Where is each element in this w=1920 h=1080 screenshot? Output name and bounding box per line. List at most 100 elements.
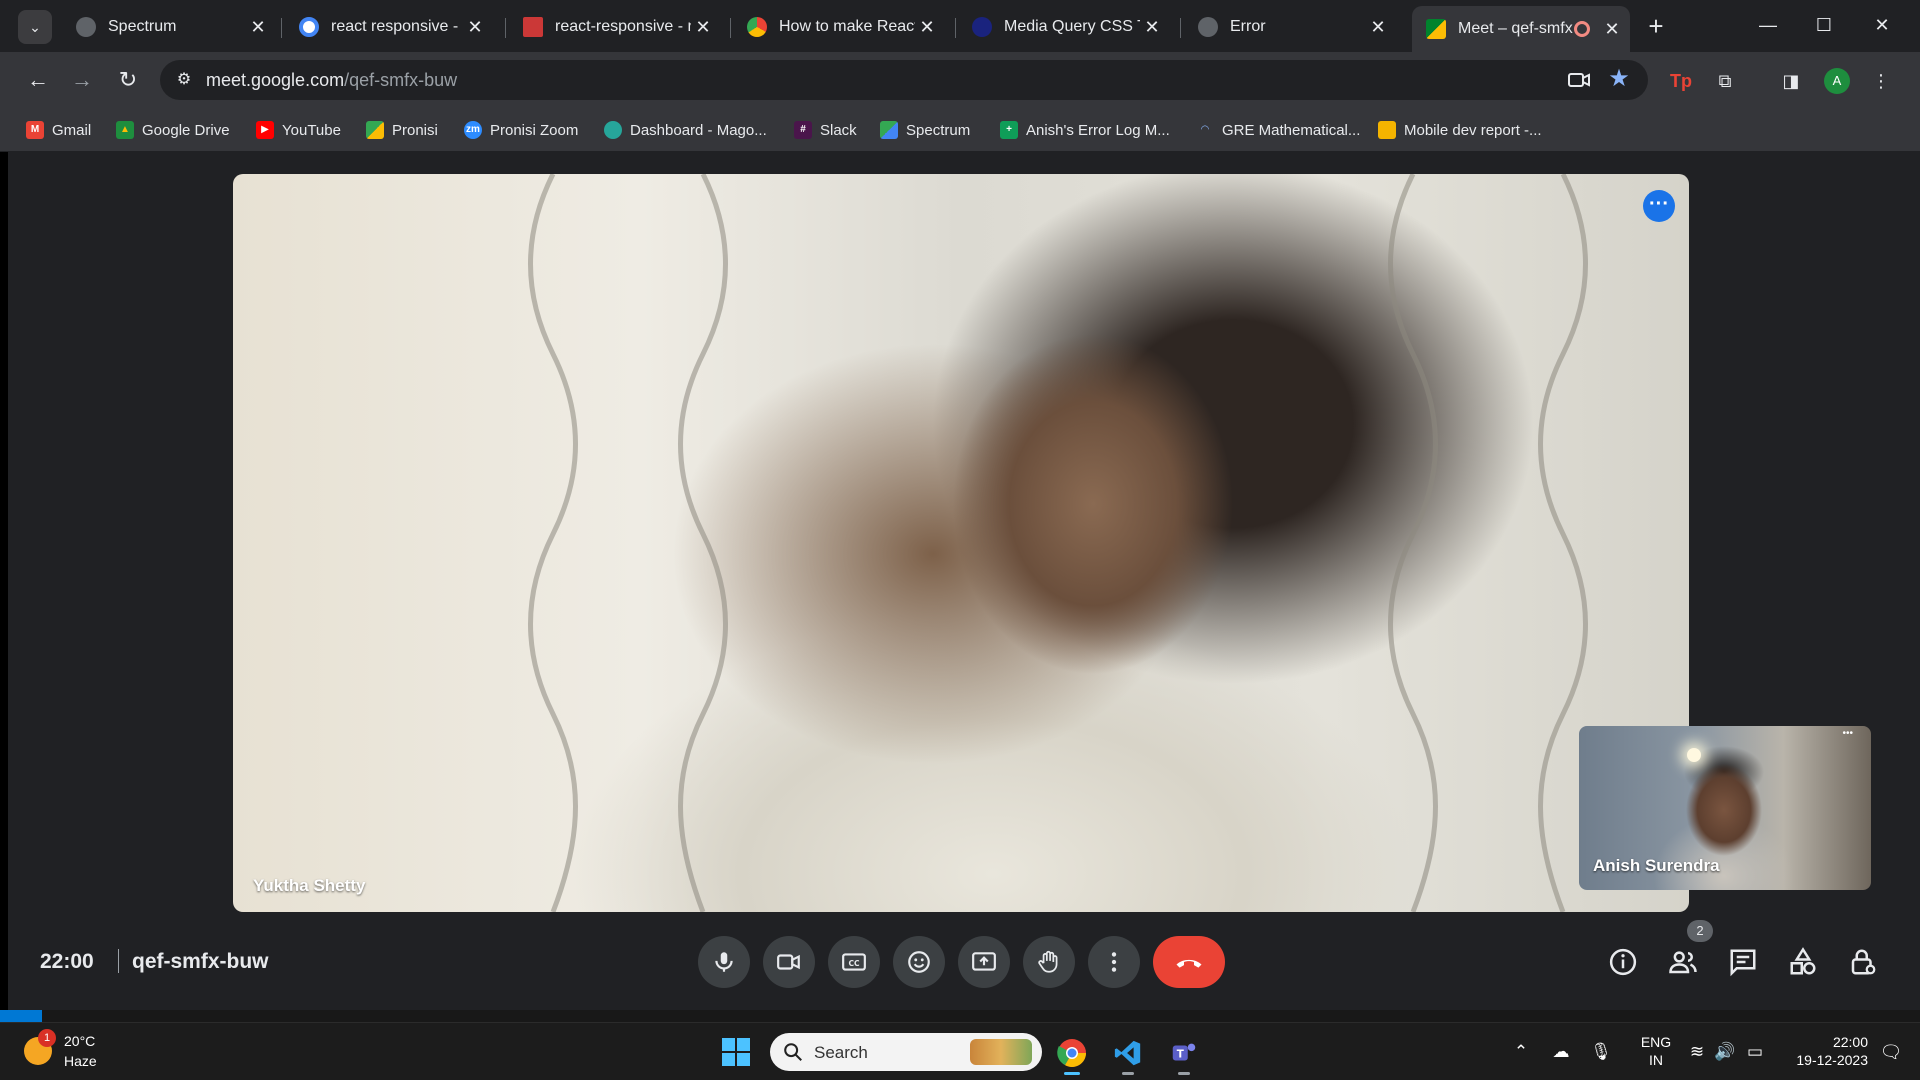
meeting-code: qef-smfx-buw	[132, 950, 269, 973]
svg-text:T: T	[1177, 1049, 1184, 1061]
system-clock[interactable]: 22:00 19-12-2023	[1778, 1033, 1868, 1069]
bookmark-dashboard[interactable]: Dashboard - Mago...	[604, 118, 767, 142]
tab-how-to-make-react[interactable]: How to make React A ✕	[733, 8, 945, 46]
tab-title: How to make React A	[779, 18, 915, 35]
tab-error[interactable]: Error ✕	[1184, 8, 1396, 46]
camera-button[interactable]	[763, 936, 815, 988]
new-tab-button[interactable]: +	[1641, 12, 1671, 42]
chevron-up-icon[interactable]: ⌃	[1508, 1039, 1534, 1065]
notification-icon[interactable]: 🗨	[1878, 1039, 1904, 1065]
bookmark-star-icon[interactable]: ★	[1606, 66, 1632, 92]
language-indicator[interactable]: ENG IN	[1636, 1033, 1676, 1069]
bookmark-label: Gmail	[52, 121, 92, 139]
self-video-tile[interactable]: ••• Anish Surendra	[1579, 726, 1871, 890]
globe-icon	[76, 17, 96, 37]
language-code: ENG	[1640, 1034, 1672, 1050]
tab-react-responsive-google[interactable]: react responsive - Go ✕	[285, 8, 493, 46]
bookmark-spectrum[interactable]: Spectrum	[880, 118, 970, 142]
taskbar-teams[interactable]: T	[1164, 1033, 1204, 1075]
bookmark-label: YouTube	[282, 121, 341, 139]
search-label: Search	[814, 1043, 868, 1062]
google-icon	[299, 17, 319, 37]
maximize-icon[interactable]: ☐	[1804, 10, 1844, 40]
bookmark-error-log[interactable]: + Anish's Error Log M...	[1000, 118, 1170, 142]
wifi-icon[interactable]: ≋	[1684, 1039, 1710, 1065]
tab-spectrum[interactable]: Spectrum ✕	[62, 8, 276, 46]
present-button[interactable]	[958, 936, 1010, 988]
profile-avatar[interactable]: A	[1824, 68, 1850, 94]
bookmark-google-drive[interactable]: ▲ Google Drive	[116, 118, 230, 142]
windows-start-icon[interactable]	[722, 1038, 750, 1066]
taskbar-search[interactable]: Search	[770, 1033, 1042, 1071]
address-bar[interactable]: ⚙ meet.google.com/qef-smfx-buw ★	[160, 60, 1648, 100]
bookmark-youtube[interactable]: ▶ YouTube	[256, 118, 341, 142]
bookmark-gmail[interactable]: M Gmail	[26, 118, 91, 142]
menu-kebab-icon[interactable]: ⋮	[1866, 66, 1896, 96]
weather-description[interactable]: Haze	[64, 1053, 97, 1069]
close-icon[interactable]: ✕	[1140, 17, 1164, 38]
reactions-button[interactable]	[893, 936, 945, 988]
bookmark-mobile-dev-report[interactable]: Mobile dev report -...	[1378, 118, 1542, 142]
extensions-puzzle-icon[interactable]: ⧉	[1710, 66, 1740, 96]
side-panel-icon[interactable]: ◨	[1776, 66, 1806, 96]
volume-icon[interactable]: 🔊	[1712, 1039, 1738, 1065]
minimize-icon[interactable]: —	[1748, 10, 1788, 40]
close-icon[interactable]: ✕	[1366, 17, 1390, 38]
chat-icon[interactable]	[1725, 944, 1761, 980]
running-indicator	[1122, 1072, 1134, 1075]
people-icon[interactable]	[1665, 944, 1701, 980]
host-controls-icon[interactable]	[1845, 944, 1881, 980]
close-icon[interactable]: ✕	[915, 17, 939, 38]
close-icon[interactable]: ✕	[463, 17, 487, 38]
bookmarks-bar: M Gmail ▲ Google Drive ▶ YouTube Pronisi zm…	[0, 108, 1920, 152]
leave-call-button[interactable]	[1153, 936, 1225, 988]
onedrive-icon[interactable]: ☁	[1548, 1039, 1574, 1065]
microphone-button[interactable]	[698, 936, 750, 988]
window-close-icon[interactable]: ✕	[1862, 10, 1902, 40]
divider	[118, 949, 119, 973]
bookmark-slack[interactable]: # Slack	[794, 118, 857, 142]
bookmark-label: Spectrum	[906, 121, 971, 139]
tile-more-options-icon[interactable]: •••	[1842, 728, 1853, 739]
taskbar-vscode[interactable]	[1108, 1033, 1148, 1075]
battery-icon[interactable]: ▭	[1742, 1039, 1768, 1065]
url-text[interactable]: meet.google.com/qef-smfx-buw	[206, 70, 457, 91]
tab-search-button[interactable]: ⌄	[18, 10, 52, 44]
forward-icon[interactable]: →	[66, 64, 98, 96]
camera-in-use-icon[interactable]	[1566, 68, 1592, 92]
extension-tp-icon[interactable]: Tp	[1666, 66, 1696, 96]
more-options-button[interactable]	[1088, 936, 1140, 988]
bookmark-pronisi-zoom[interactable]: zm Pronisi Zoom	[464, 118, 578, 142]
tile-more-options-button[interactable]: ···	[1643, 190, 1675, 222]
slides-icon	[1378, 121, 1396, 139]
tab-media-query[interactable]: Media Query CSS Tu ✕	[958, 8, 1170, 46]
tab-title: Meet – qef-smfx	[1458, 20, 1573, 37]
back-icon[interactable]: ←	[22, 64, 54, 96]
reload-icon[interactable]: ↻	[112, 64, 144, 96]
microphone-tray-icon[interactable]: 🎙	[1588, 1039, 1614, 1065]
tab-separator	[505, 18, 506, 38]
close-icon[interactable]: ✕	[691, 17, 715, 38]
site-info-icon[interactable]: ⚙	[172, 68, 196, 92]
taskbar-chrome[interactable]	[1052, 1033, 1092, 1075]
meet-icon	[366, 121, 384, 139]
activities-icon[interactable]	[1785, 944, 1821, 980]
meet-stage: ··· Yuktha Shetty ••• Anish Surendra 22:…	[8, 152, 1912, 1010]
tab-meet[interactable]: Meet – qef-smfx ✕	[1412, 6, 1630, 52]
captions-button[interactable]: CC	[828, 936, 880, 988]
bookmark-label: Mobile dev report -...	[1404, 121, 1542, 139]
close-icon[interactable]: ✕	[246, 17, 270, 38]
raise-hand-button[interactable]	[1023, 936, 1075, 988]
dashboard-icon	[604, 121, 622, 139]
meeting-info-icon[interactable]	[1605, 944, 1641, 980]
teams-icon: T	[1172, 1043, 1196, 1061]
microphone-icon	[715, 952, 733, 972]
bookmark-label: Pronisi Zoom	[490, 121, 579, 139]
weather-temperature[interactable]: 20°C	[64, 1033, 95, 1049]
emoji-icon	[908, 951, 930, 973]
bookmark-pronisi[interactable]: Pronisi	[366, 118, 438, 142]
bookmark-gre[interactable]: ◠ GRE Mathematical...	[1196, 118, 1360, 142]
main-video-tile[interactable]: ··· Yuktha Shetty	[233, 174, 1689, 912]
close-icon[interactable]: ✕	[1600, 19, 1624, 40]
tab-react-responsive-npm[interactable]: react-responsive - np ✕	[509, 8, 721, 46]
